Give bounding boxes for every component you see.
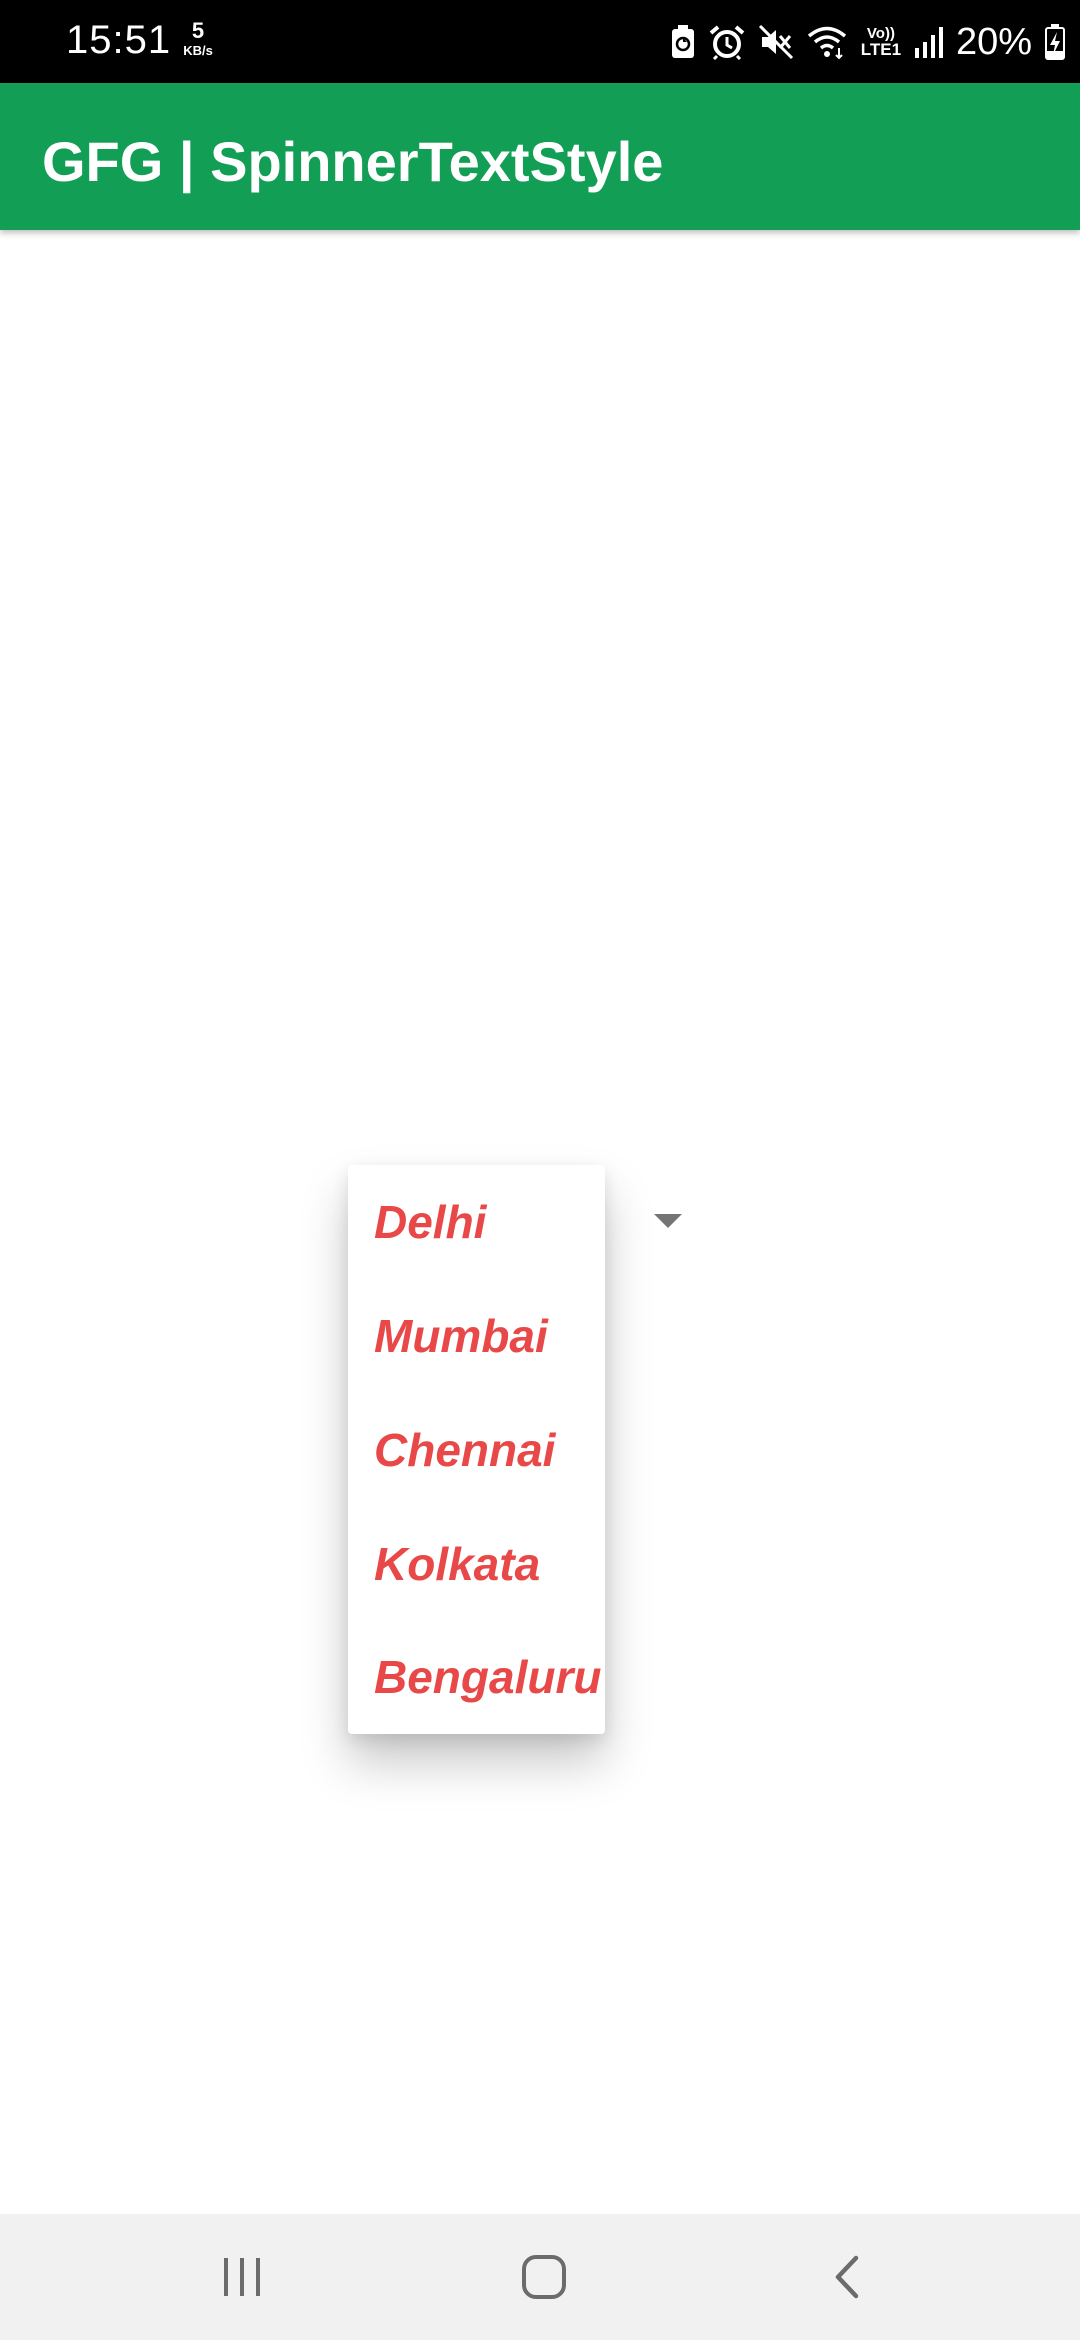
network-speed-unit: KB/s — [183, 43, 213, 58]
status-time: 15:51 — [66, 18, 172, 62]
spinner-option-delhi[interactable]: Delhi — [348, 1165, 605, 1279]
lte-label: LTE1 — [860, 40, 902, 59]
alarm-icon — [709, 25, 745, 60]
back-button[interactable] — [787, 2214, 907, 2340]
back-icon — [835, 2255, 859, 2299]
battery-charging-icon — [1045, 24, 1065, 60]
dropdown-arrow-icon[interactable] — [654, 1214, 682, 1228]
spinner-option-bengaluru[interactable]: Bengaluru — [348, 1620, 605, 1734]
spinner-option-kolkata[interactable]: Kolkata — [348, 1507, 605, 1621]
volte-label: Vo)) — [866, 25, 895, 42]
wifi-icon — [807, 26, 847, 60]
network-speed-value: 5 — [191, 18, 205, 43]
app-title: GFG | SpinnerTextStyle — [42, 130, 664, 193]
home-icon — [522, 2255, 566, 2299]
spinner-option-chennai[interactable]: Chennai — [348, 1393, 605, 1507]
status-icons: Vo)) LTE1 20% — [670, 14, 1066, 70]
battery-saver-icon — [671, 25, 694, 58]
recent-apps-button[interactable] — [182, 2214, 302, 2340]
volte-lte-icon: Vo)) LTE1 — [860, 26, 902, 58]
spinner-dropdown: Delhi Mumbai Chennai Kolkata Bengaluru — [348, 1165, 605, 1734]
mute-vibrate-icon — [758, 24, 793, 60]
recent-apps-icon — [224, 2258, 260, 2296]
navigation-bar — [0, 2214, 1080, 2340]
status-bar: 15:51 5 KB/s Vo)) LTE1 20% — [0, 0, 1080, 83]
app-bar: GFG | SpinnerTextStyle — [0, 83, 1080, 230]
signal-icon — [914, 27, 943, 58]
spinner-option-mumbai[interactable]: Mumbai — [348, 1279, 605, 1393]
battery-percent: 20% — [955, 20, 1032, 63]
network-speed: 5 KB/s — [176, 18, 220, 58]
home-button[interactable] — [484, 2214, 604, 2340]
